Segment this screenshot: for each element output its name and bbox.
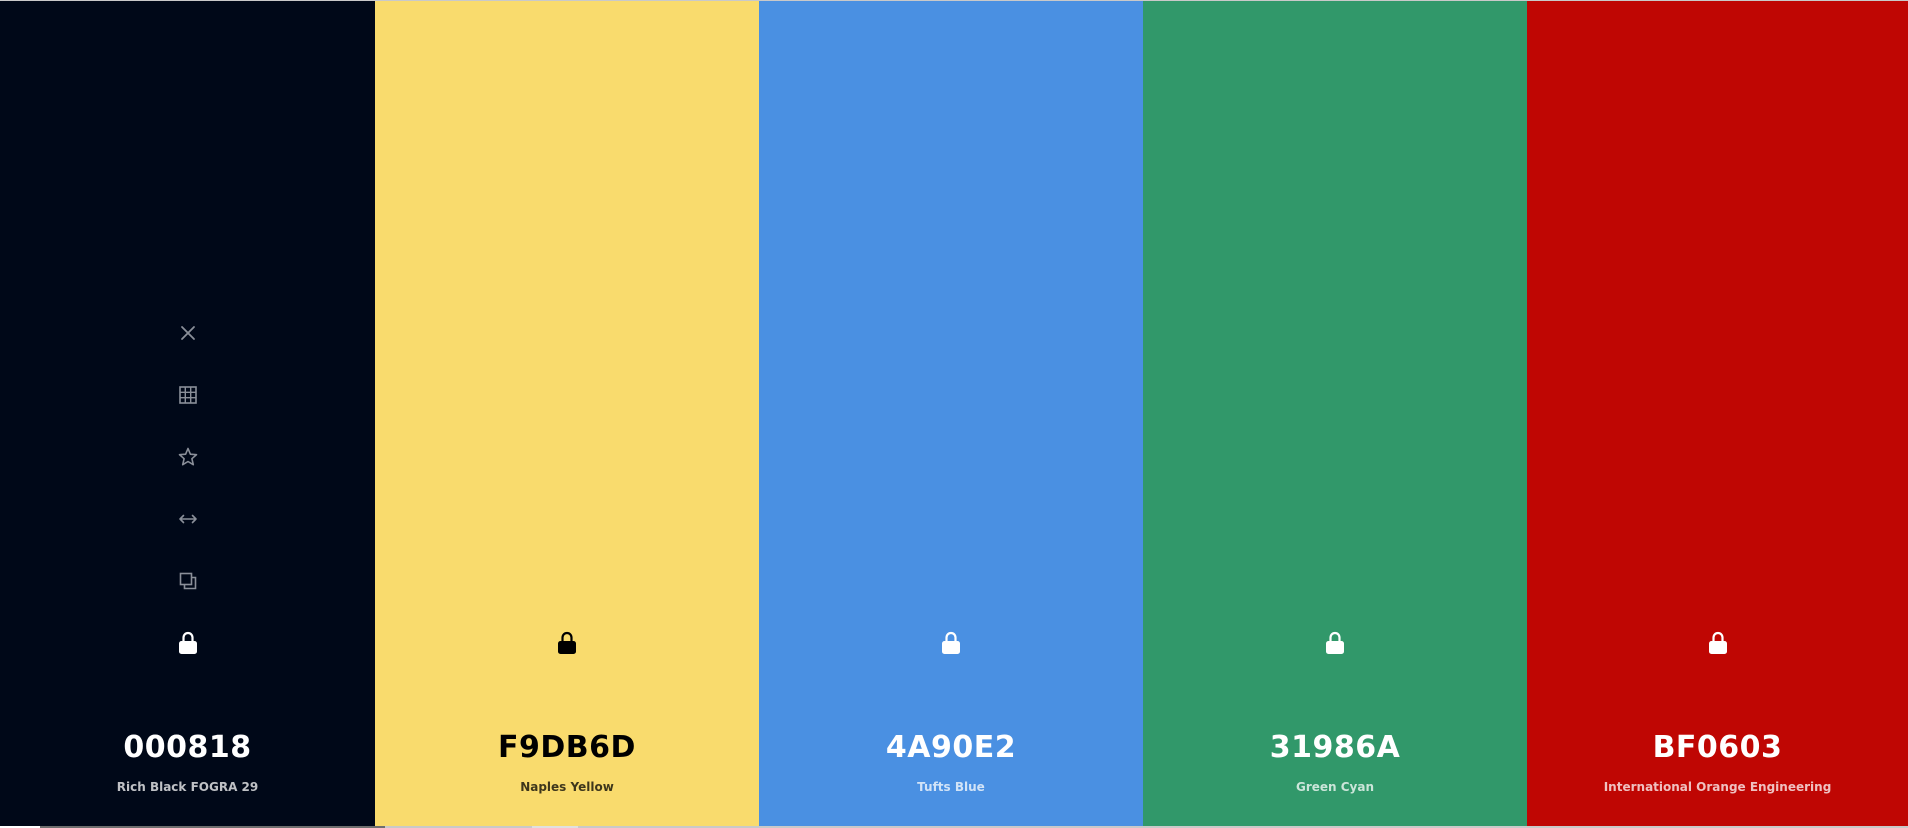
hex-code[interactable]: 000818 (0, 730, 375, 765)
color-palette: 000818 Rich Black FOGRA 29 F9DB6D Naples… (0, 1, 1908, 826)
color-column-4[interactable]: 31986A Green Cyan (1143, 1, 1527, 826)
lock-toggle[interactable] (931, 623, 971, 663)
color-column-3[interactable]: 4A90E2 Tufts Blue (759, 1, 1143, 826)
color-name: Green Cyan (1295, 780, 1375, 794)
lock-toggle[interactable] (1698, 623, 1738, 663)
close-icon (180, 326, 195, 340)
view-shades-button[interactable] (168, 375, 208, 415)
grid-icon (178, 386, 197, 404)
color-name: Rich Black FOGRA 29 (116, 780, 259, 794)
lock-icon (1708, 631, 1727, 654)
color-name: Tufts Blue (917, 780, 985, 794)
copy-icon (179, 572, 196, 590)
drag-handle[interactable] (168, 499, 208, 539)
hex-code[interactable]: BF0603 (1527, 730, 1908, 765)
color-column-5[interactable]: BF0603 International Orange Engineering (1527, 1, 1908, 826)
color-name: International Orange Engineering (1603, 780, 1832, 794)
lock-icon (1326, 631, 1344, 654)
lock-toggle[interactable] (168, 623, 208, 663)
favorite-button[interactable] (168, 437, 208, 477)
copy-button[interactable] (168, 561, 208, 601)
hex-code[interactable]: F9DB6D (375, 730, 759, 765)
hex-code[interactable]: 31986A (1143, 730, 1527, 765)
lock-icon (942, 631, 960, 654)
lock-icon (558, 631, 576, 654)
lock-open-icon (178, 631, 197, 654)
lock-toggle[interactable] (1315, 623, 1355, 663)
lock-toggle[interactable] (547, 623, 587, 663)
column-toolbar (0, 313, 375, 623)
remove-color-button[interactable] (168, 313, 208, 353)
color-column-1[interactable]: 000818 Rich Black FOGRA 29 (0, 1, 375, 826)
color-column-2[interactable]: F9DB6D Naples Yellow (375, 1, 759, 826)
color-name: Naples Yellow (520, 780, 614, 794)
star-icon (178, 447, 197, 466)
hex-code[interactable]: 4A90E2 (759, 730, 1143, 765)
swap-horizontal-icon (178, 514, 197, 524)
